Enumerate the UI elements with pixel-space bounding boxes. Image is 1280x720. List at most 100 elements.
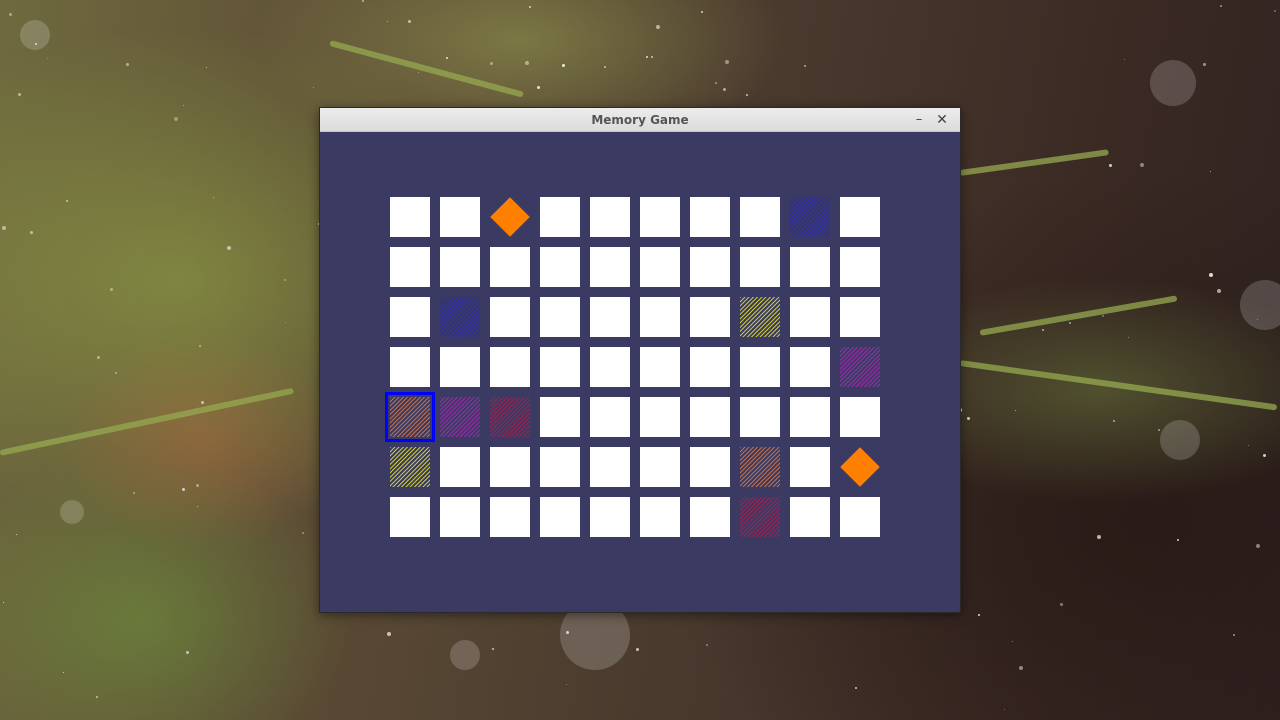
card-facedown[interactable] — [540, 397, 580, 437]
card-facedown[interactable] — [390, 247, 430, 287]
card-facedown[interactable] — [690, 497, 730, 537]
card-facedown[interactable] — [490, 447, 530, 487]
card-facedown[interactable] — [440, 447, 480, 487]
card-lines[interactable] — [840, 347, 880, 387]
snowflake — [1248, 445, 1249, 446]
card-facedown[interactable] — [390, 497, 430, 537]
card-facedown[interactable] — [540, 347, 580, 387]
snowflake — [1233, 634, 1235, 636]
card-facedown[interactable] — [690, 447, 730, 487]
snowflake — [636, 648, 639, 651]
card-facedown[interactable] — [540, 297, 580, 337]
card-lines[interactable] — [740, 297, 780, 337]
snowflake — [47, 58, 48, 59]
card-facedown[interactable] — [790, 447, 830, 487]
snowflake — [30, 231, 33, 234]
card-facedown[interactable] — [390, 297, 430, 337]
card-facedown[interactable] — [690, 247, 730, 287]
card-lines[interactable] — [440, 397, 480, 437]
card-facedown[interactable] — [590, 297, 630, 337]
snowflake — [1217, 289, 1221, 293]
card-facedown[interactable] — [540, 447, 580, 487]
card-facedown[interactable] — [390, 197, 430, 237]
card-facedown[interactable] — [640, 247, 680, 287]
card-lines[interactable] — [440, 297, 480, 337]
card-facedown[interactable] — [490, 497, 530, 537]
card-lines[interactable] — [740, 497, 780, 537]
snowflake — [186, 651, 189, 654]
snowflake — [1102, 315, 1104, 317]
card-facedown[interactable] — [640, 397, 680, 437]
card-facedown[interactable] — [590, 347, 630, 387]
card-facedown[interactable] — [740, 197, 780, 237]
card-facedown[interactable] — [690, 347, 730, 387]
card-diamond[interactable] — [840, 447, 880, 487]
card-facedown[interactable] — [440, 197, 480, 237]
card-lines[interactable] — [390, 447, 430, 487]
close-button[interactable]: ✕ — [933, 111, 951, 129]
card-facedown[interactable] — [790, 247, 830, 287]
card-facedown[interactable] — [440, 497, 480, 537]
snowflake — [701, 11, 703, 13]
snowflake — [1209, 273, 1213, 277]
card-facedown[interactable] — [790, 347, 830, 387]
snowflake — [126, 63, 129, 66]
card-facedown[interactable] — [840, 497, 880, 537]
diamond-shape-icon — [490, 197, 530, 237]
bokeh-light — [20, 20, 50, 50]
card-facedown[interactable] — [640, 347, 680, 387]
snowflake — [525, 61, 529, 65]
diagonal-lines-icon — [390, 447, 430, 487]
card-facedown[interactable] — [490, 297, 530, 337]
card-facedown[interactable] — [840, 197, 880, 237]
card-facedown[interactable] — [390, 347, 430, 387]
diagonal-lines-icon — [740, 447, 780, 487]
snowflake — [537, 86, 540, 89]
card-facedown[interactable] — [590, 397, 630, 437]
minimize-button[interactable]: – — [910, 111, 928, 129]
card-facedown[interactable] — [790, 497, 830, 537]
snowflake — [1015, 410, 1016, 411]
card-facedown[interactable] — [490, 247, 530, 287]
snowflake — [182, 488, 185, 491]
card-facedown[interactable] — [590, 247, 630, 287]
snowflake — [3, 602, 4, 603]
card-lines[interactable] — [790, 197, 830, 237]
card-lines[interactable] — [490, 397, 530, 437]
card-facedown[interactable] — [640, 297, 680, 337]
snowflake — [1274, 10, 1276, 12]
card-facedown[interactable] — [840, 397, 880, 437]
snowflake — [418, 72, 419, 73]
card-facedown[interactable] — [540, 497, 580, 537]
card-facedown[interactable] — [640, 497, 680, 537]
card-facedown[interactable] — [740, 247, 780, 287]
card-diamond[interactable] — [490, 197, 530, 237]
card-facedown[interactable] — [840, 297, 880, 337]
card-facedown[interactable] — [490, 347, 530, 387]
card-facedown[interactable] — [590, 447, 630, 487]
card-facedown[interactable] — [540, 197, 580, 237]
card-lines[interactable] — [740, 447, 780, 487]
card-facedown[interactable] — [590, 497, 630, 537]
card-facedown[interactable] — [840, 247, 880, 287]
card-facedown[interactable] — [640, 447, 680, 487]
card-facedown[interactable] — [690, 397, 730, 437]
card-facedown[interactable] — [640, 197, 680, 237]
snowflake — [1124, 59, 1125, 60]
snowflake — [110, 288, 113, 291]
card-facedown[interactable] — [440, 347, 480, 387]
card-facedown[interactable] — [590, 197, 630, 237]
card-facedown[interactable] — [690, 297, 730, 337]
card-facedown[interactable] — [540, 247, 580, 287]
card-facedown[interactable] — [790, 297, 830, 337]
snowflake — [1069, 322, 1071, 324]
card-facedown[interactable] — [740, 347, 780, 387]
card-lines[interactable] — [385, 392, 435, 442]
diagonal-lines-icon — [740, 297, 780, 337]
bokeh-light — [1150, 60, 1196, 106]
card-facedown[interactable] — [740, 397, 780, 437]
title-bar[interactable]: Memory Game – ✕ — [320, 108, 960, 132]
card-facedown[interactable] — [440, 247, 480, 287]
card-facedown[interactable] — [690, 197, 730, 237]
card-facedown[interactable] — [790, 397, 830, 437]
